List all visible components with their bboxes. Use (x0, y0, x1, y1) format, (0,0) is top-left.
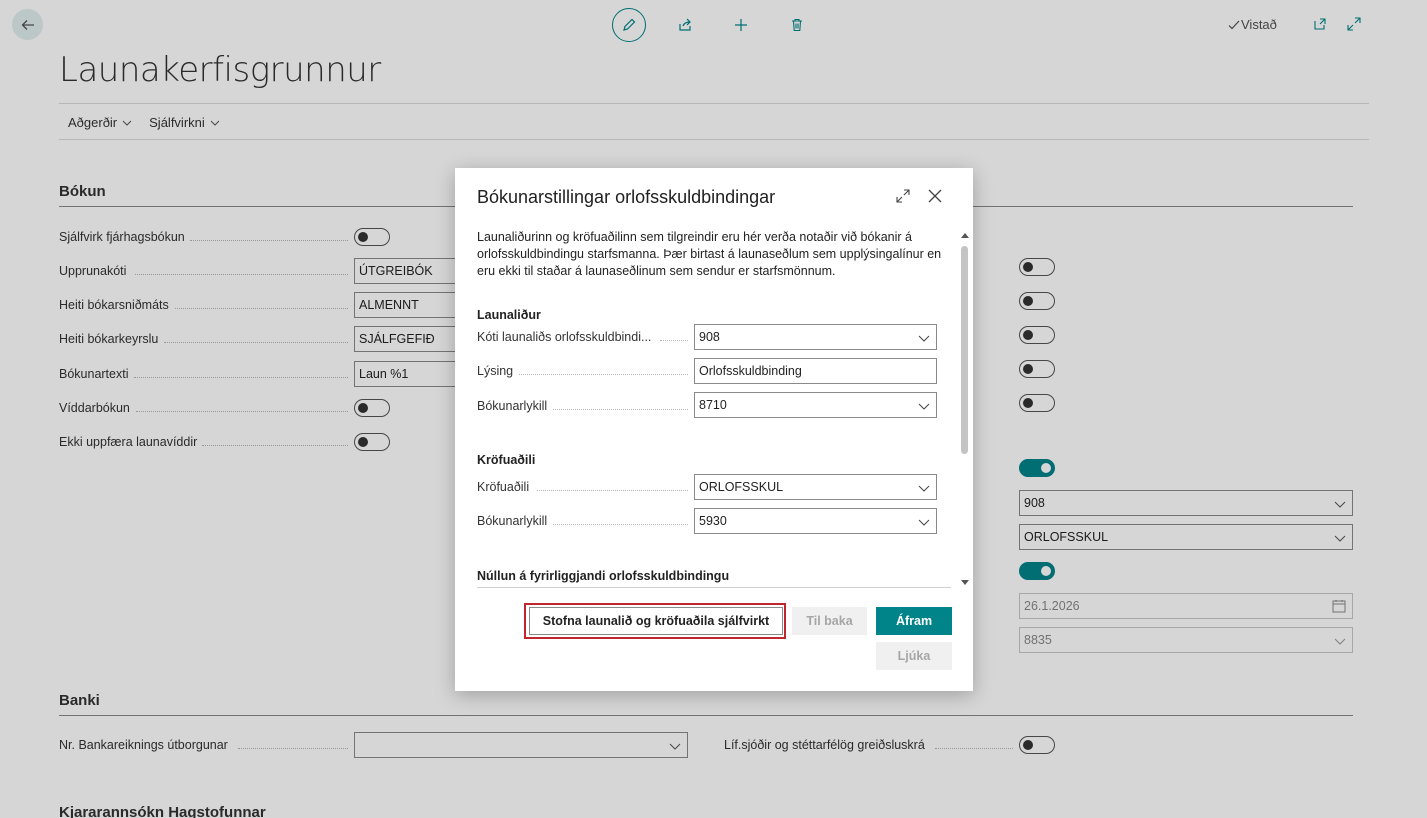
chevron-down-icon (918, 485, 930, 492)
highlight-box (524, 603, 786, 639)
account1-label: Bókunarlykill (477, 399, 548, 413)
back-step-button[interactable]: Til baka (792, 607, 867, 635)
group-zeroing: Núllun á fyrirliggjandi orlofsskuldbindi… (477, 569, 730, 583)
account1-dropdown[interactable]: 8710 (694, 392, 937, 418)
dialog-description: Launaliðurinn og kröfuaðilinn sem tilgre… (477, 230, 942, 278)
wage-code-label: Kóti launaliðs orlofsskuldbindi... (477, 330, 652, 344)
scrollbar-thumb[interactable] (961, 246, 968, 454)
group-creditor: Kröfuaðili (477, 453, 536, 467)
creditor-value: ORLOFSSKUL (699, 480, 784, 494)
creditor-label: Kröfuaðili (477, 480, 530, 494)
dialog-separator (477, 587, 951, 588)
dots (553, 409, 688, 410)
chevron-down-icon (918, 403, 930, 410)
posting-setup-dialog: Bókunarstillingar orlofsskuldbindingar L… (455, 168, 973, 691)
chevron-down-icon (918, 335, 930, 342)
next-button[interactable]: Áfram (876, 607, 952, 635)
account2-label: Bókunarlykill (477, 514, 548, 528)
chevron-down-icon (918, 519, 930, 526)
expand-icon[interactable] (895, 188, 911, 204)
account2-dropdown[interactable]: 5930 (694, 508, 937, 534)
dots (519, 374, 688, 375)
account1-value: 8710 (699, 398, 727, 412)
wage-code-dropdown[interactable]: 908 (694, 324, 937, 350)
description-input[interactable]: Orlofsskuldbinding (694, 358, 937, 384)
dots (553, 524, 688, 525)
description-label: Lýsing (477, 364, 514, 378)
finish-button[interactable]: Ljúka (876, 642, 952, 670)
group-wage-item: Launaliður (477, 308, 541, 322)
dialog-title: Bókunarstillingar orlofsskuldbindingar (477, 187, 776, 207)
creditor-dropdown[interactable]: ORLOFSSKUL (694, 474, 937, 500)
close-icon[interactable] (927, 188, 943, 204)
dots (660, 340, 688, 341)
wage-code-value: 908 (699, 330, 720, 344)
dots (537, 490, 688, 491)
account2-value: 5930 (699, 514, 727, 528)
